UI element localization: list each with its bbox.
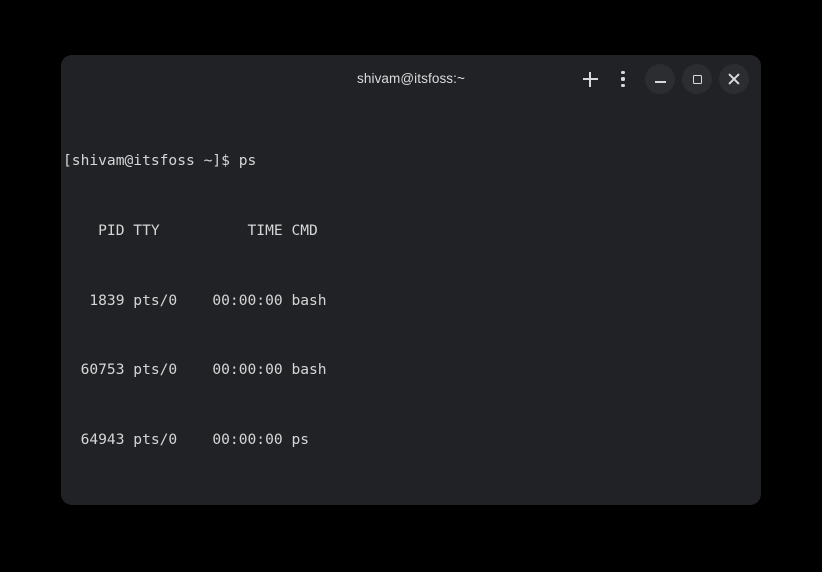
- new-tab-button[interactable]: [575, 64, 605, 94]
- ps-row: 64943 pts/0 00:00:00 ps: [63, 428, 761, 451]
- ps-row: 1839 pts/0 00:00:00 bash: [63, 289, 761, 312]
- terminal-line-command-ps: [shivam@itsfoss ~]$ ps: [63, 149, 761, 172]
- minimize-button[interactable]: [645, 64, 675, 94]
- window-titlebar[interactable]: shivam@itsfoss:~: [61, 55, 761, 103]
- close-icon: [728, 73, 740, 85]
- menu-button[interactable]: [608, 64, 638, 94]
- maximize-button[interactable]: [682, 64, 712, 94]
- plus-icon: [583, 72, 598, 87]
- terminal-window[interactable]: shivam@itsfoss:~ [shivam@itsfoss ~]$ ps …: [61, 55, 761, 505]
- command-ps-space: [230, 152, 239, 169]
- prompt: [shivam@itsfoss ~]$: [63, 152, 230, 169]
- close-button[interactable]: [719, 64, 749, 94]
- ps-row: 60753 pts/0 00:00:00 bash: [63, 358, 761, 381]
- titlebar-actions: [575, 55, 749, 103]
- ps-header: PID TTY TIME CMD: [63, 219, 761, 242]
- command-ps: ps: [239, 152, 257, 169]
- maximize-icon: [693, 75, 702, 84]
- minimize-icon: [655, 81, 666, 83]
- terminal-screen[interactable]: [shivam@itsfoss ~]$ ps PID TTY TIME CMD …: [61, 103, 761, 505]
- kebab-menu-icon: [621, 71, 625, 87]
